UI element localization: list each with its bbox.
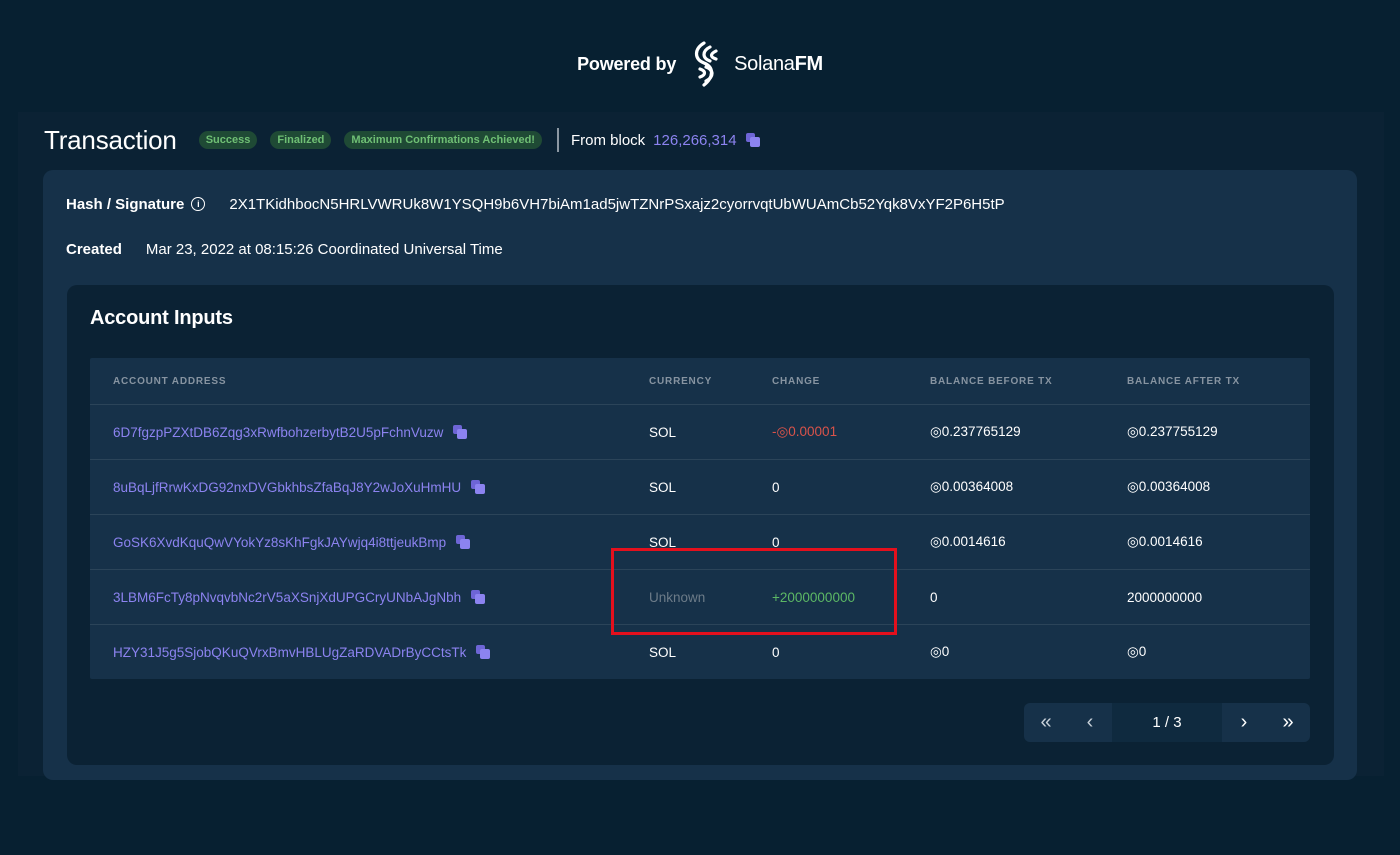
address-cell: 6D7fgzpPZXtDB6Zqg3xRwfbohzerbytB2U5pFchn… [113,405,468,459]
copy-icon[interactable] [456,535,471,549]
created-label: Created [66,240,122,258]
copy-icon[interactable] [745,133,760,147]
powered-by-banner: Powered by SolanaFM [0,38,1400,90]
copy-icon[interactable] [453,425,468,439]
status-badge-success: Success [198,131,258,149]
solanafm-logo-icon [695,41,718,87]
account-inputs-title: Account Inputs [90,307,233,329]
balance-after-cell: ◎0 [1127,644,1147,659]
transaction-header: Transaction Success Finalized Maximum Co… [44,124,760,156]
currency-cell: Unknown [649,589,706,605]
page: Powered by SolanaFM Transaction Success … [0,0,1400,855]
balance-after-cell: ◎0.237755129 [1127,424,1218,439]
next-page-button[interactable]: › [1222,703,1266,742]
page-indicator: 1 / 3 [1112,703,1222,742]
hash-row: Hash / Signature i 2X1TKidhbocN5HRLVWRUk… [66,194,1005,214]
account-address-link[interactable]: HZY31J5g5SjobQKuQVrxBmvHBLUgZaRDVADrByCC… [113,645,466,660]
address-cell: 8uBqLjfRrwKxDG92nxDVGbkhbsZfaBqJ8Y2wJoXu… [113,460,486,514]
account-address-link[interactable]: 8uBqLjfRrwKxDG92nxDVGbkhbsZfaBqJ8Y2wJoXu… [113,480,461,495]
copy-icon[interactable] [471,480,486,494]
change-cell: 0 [772,534,780,550]
hash-label: Hash / Signature [66,195,185,213]
change-cell: 0 [772,644,780,660]
account-address-link[interactable]: 6D7fgzpPZXtDB6Zqg3xRwfbohzerbytB2U5pFchn… [113,425,443,440]
account-address-link[interactable]: GoSK6XvdKquQwVYokYz8sKhFgkJAYwjq4i8ttjeu… [113,535,446,550]
balance-before-cell: ◎0.237765129 [930,424,1021,439]
table-row: HZY31J5g5SjobQKuQVrxBmvHBLUgZaRDVADrByCC… [90,625,1310,679]
column-header-balance-before: BALANCE BEFORE TX [930,375,1053,387]
table-row: 6D7fgzpPZXtDB6Zqg3xRwfbohzerbytB2U5pFchn… [90,405,1310,460]
column-header-account-address: ACCOUNT ADDRESS [113,375,227,387]
table-row: GoSK6XvdKquQwVYokYz8sKhFgkJAYwjq4i8ttjeu… [90,515,1310,570]
last-page-button[interactable]: » [1266,703,1310,742]
copy-icon[interactable] [471,590,486,604]
column-header-balance-after: BALANCE AFTER TX [1127,375,1240,387]
currency-cell: SOL [649,424,677,440]
column-header-currency: CURRENCY [649,375,713,387]
divider [556,128,559,152]
powered-by-text: Powered by [577,53,677,74]
balance-after-cell: ◎0.0014616 [1127,534,1203,549]
currency-cell: SOL [649,479,677,495]
currency-cell: SOL [649,534,677,550]
pagination: « ‹ 1 / 3 › » [1024,703,1310,742]
block-number-link[interactable]: 126,266,314 [653,132,736,149]
change-cell: 0 [772,479,780,495]
address-cell: HZY31J5g5SjobQKuQVrxBmvHBLUgZaRDVADrByCC… [113,625,491,679]
address-cell: 3LBM6FcTy8pNvqvbNc2rV5aXSnjXdUPGCryUNbAJ… [113,570,486,624]
page-title: Transaction [44,124,177,155]
solanafm-brand[interactable]: SolanaFM [690,39,823,89]
status-badge-finalized: Finalized [270,131,332,149]
column-header-change: CHANGE [772,375,821,387]
address-cell: GoSK6XvdKquQwVYokYz8sKhFgkJAYwjq4i8ttjeu… [113,515,471,569]
created-value: Mar 23, 2022 at 08:15:26 Coordinated Uni… [145,240,503,258]
hash-value: 2X1TKidhbocN5HRLVWRUk8W1YSQH9b6VH7biAm1a… [229,195,1005,213]
table-row: 3LBM6FcTy8pNvqvbNc2rV5aXSnjXdUPGCryUNbAJ… [90,570,1310,625]
change-cell: -◎0.00001 [772,424,838,439]
balance-after-cell: ◎0.00364008 [1127,479,1211,494]
currency-cell: SOL [649,644,677,660]
balance-after-cell: 2000000000 [1127,589,1203,605]
copy-icon[interactable] [476,645,491,659]
account-address-link[interactable]: 3LBM6FcTy8pNvqvbNc2rV5aXSnjXdUPGCryUNbAJ… [113,590,461,605]
balance-before-cell: ◎0 [930,644,950,659]
previous-page-button[interactable]: ‹ [1068,703,1112,742]
table-row: 8uBqLjfRrwKxDG92nxDVGbkhbsZfaBqJ8Y2wJoXu… [90,460,1310,515]
info-icon[interactable]: i [191,197,206,211]
first-page-button[interactable]: « [1024,703,1068,742]
account-inputs-table: ACCOUNT ADDRESS CURRENCY CHANGE BALANCE … [90,358,1310,679]
brand-name: SolanaFM [734,52,823,75]
created-row: Created Mar 23, 2022 at 08:15:26 Coordin… [66,239,503,259]
status-badge-confirmations: Maximum Confirmations Achieved! [344,131,542,149]
change-cell: +2000000000 [772,589,855,605]
from-block-label: From block [570,131,646,149]
table-header: ACCOUNT ADDRESS CURRENCY CHANGE BALANCE … [90,358,1310,405]
balance-before-cell: ◎0.00364008 [930,479,1014,494]
balance-before-cell: 0 [930,589,938,605]
balance-before-cell: ◎0.0014616 [930,534,1006,549]
